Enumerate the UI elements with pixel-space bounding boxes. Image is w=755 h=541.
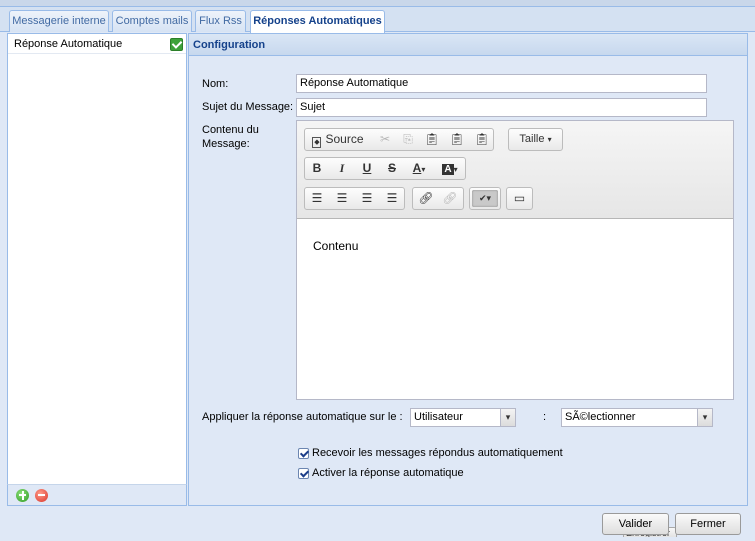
spellcheck-icon[interactable]: ✔▾ bbox=[472, 190, 498, 207]
editor-toolbar: ◆ Source ✂ ⎘ 📋︎ 📋︎ 📋︎ Taille ▾ B I U S A… bbox=[297, 121, 733, 219]
message-editor: ◆ Source ✂ ⎘ 📋︎ 📋︎ 📋︎ Taille ▾ B I U S A… bbox=[296, 120, 734, 400]
insert-image-icon[interactable]: ▭ bbox=[510, 190, 529, 207]
copy-icon[interactable]: ⎘ bbox=[400, 131, 416, 148]
nom-label: Nom: bbox=[202, 78, 229, 90]
bold-icon[interactable]: B bbox=[308, 160, 326, 177]
editor-content-area[interactable]: Contenu bbox=[297, 220, 733, 399]
chevron-down-icon: ▾ bbox=[547, 135, 552, 144]
tab-bar: Messagerie interne Comptes mails Flux Rs… bbox=[0, 7, 755, 33]
configuration-form: Nom: Réponse Automatique Sujet du Messag… bbox=[189, 57, 747, 537]
paste-word-icon[interactable]: 📋︎ bbox=[473, 131, 491, 148]
window-top-strip bbox=[0, 0, 755, 7]
clipboard-toolbar-group: ◆ Source ✂ ⎘ 📋︎ 📋︎ 📋︎ bbox=[304, 128, 494, 151]
alignment-group: ☰ ☰ ☰ ☰ bbox=[304, 187, 405, 210]
chevron-down-icon: ▾ bbox=[697, 409, 712, 426]
source-icon: ◆ bbox=[312, 137, 322, 148]
check-icon bbox=[170, 38, 183, 51]
list-toolbar bbox=[7, 484, 187, 506]
tab-messagerie-interne[interactable]: Messagerie interne bbox=[9, 10, 109, 32]
receive-replied-checkbox[interactable] bbox=[298, 448, 309, 459]
align-center-icon[interactable]: ☰ bbox=[333, 190, 351, 207]
text-color-icon[interactable]: A▾ bbox=[408, 160, 430, 177]
strikethrough-icon[interactable]: S bbox=[383, 160, 401, 177]
list-item[interactable]: Réponse Automatique bbox=[8, 35, 186, 54]
chevron-down-icon: ▾ bbox=[500, 409, 515, 426]
spellcheck-group: ✔▾ bbox=[469, 187, 501, 210]
align-left-icon[interactable]: ☰ bbox=[308, 190, 326, 207]
source-button[interactable]: ◆ Source bbox=[308, 131, 368, 148]
add-icon[interactable] bbox=[16, 489, 29, 502]
background-color-icon[interactable]: A ▾ bbox=[438, 160, 462, 177]
list-item-label: Réponse Automatique bbox=[14, 38, 123, 50]
align-right-icon[interactable]: ☰ bbox=[358, 190, 376, 207]
italic-icon[interactable]: I bbox=[333, 160, 351, 177]
paste-icon[interactable]: 📋︎ bbox=[423, 131, 441, 148]
sujet-input[interactable]: Sujet bbox=[296, 98, 707, 117]
apply-target-select[interactable]: SÃ©lectionner ▾ bbox=[561, 408, 713, 427]
remove-icon[interactable] bbox=[35, 489, 48, 502]
tab-reponses-automatiques[interactable]: Réponses Automatiques bbox=[250, 10, 385, 33]
link-icon[interactable]: 🔗︎ bbox=[416, 190, 436, 207]
underline-icon[interactable]: U bbox=[358, 160, 376, 177]
receive-replied-label: Recevoir les messages répondus automatiq… bbox=[312, 447, 563, 459]
configuration-panel: Configuration Nom: Réponse Automatique S… bbox=[188, 33, 748, 537]
activate-autoreply-checkbox[interactable] bbox=[298, 468, 309, 479]
sujet-label: Sujet du Message: bbox=[202, 101, 294, 113]
media-group: ▭ bbox=[506, 187, 533, 210]
colon-separator: : bbox=[543, 411, 547, 423]
unlink-icon[interactable]: 🔗︎ bbox=[440, 190, 460, 207]
paste-text-icon[interactable]: 📋︎ bbox=[448, 131, 466, 148]
configuration-header: Configuration bbox=[189, 34, 747, 56]
cut-icon[interactable]: ✂ bbox=[377, 131, 393, 148]
apply-type-select[interactable]: Utilisateur ▾ bbox=[410, 408, 516, 427]
taille-dropdown[interactable]: Taille ▾ bbox=[512, 131, 559, 148]
tab-comptes-mails[interactable]: Comptes mails bbox=[112, 10, 192, 32]
fermer-button[interactable]: Fermer bbox=[675, 513, 741, 535]
text-style-group: B I U S A▾ A ▾ bbox=[304, 157, 466, 180]
auto-reply-list-panel: Réponse Automatique bbox=[7, 33, 187, 506]
align-justify-icon[interactable]: ☰ bbox=[383, 190, 401, 207]
tab-flux-rss[interactable]: Flux Rss bbox=[195, 10, 246, 32]
nom-input[interactable]: Réponse Automatique bbox=[296, 74, 707, 93]
link-group: 🔗︎ 🔗︎ bbox=[412, 187, 464, 210]
valider-button[interactable]: Valider bbox=[602, 513, 669, 535]
activate-autoreply-label: Activer la réponse automatique bbox=[312, 467, 464, 479]
editor-content-text: Contenu bbox=[313, 239, 359, 253]
font-size-group: Taille ▾ bbox=[508, 128, 563, 151]
apply-label: Appliquer la réponse automatique sur le … bbox=[202, 411, 403, 423]
contenu-label: Contenu du Message: bbox=[202, 124, 259, 150]
